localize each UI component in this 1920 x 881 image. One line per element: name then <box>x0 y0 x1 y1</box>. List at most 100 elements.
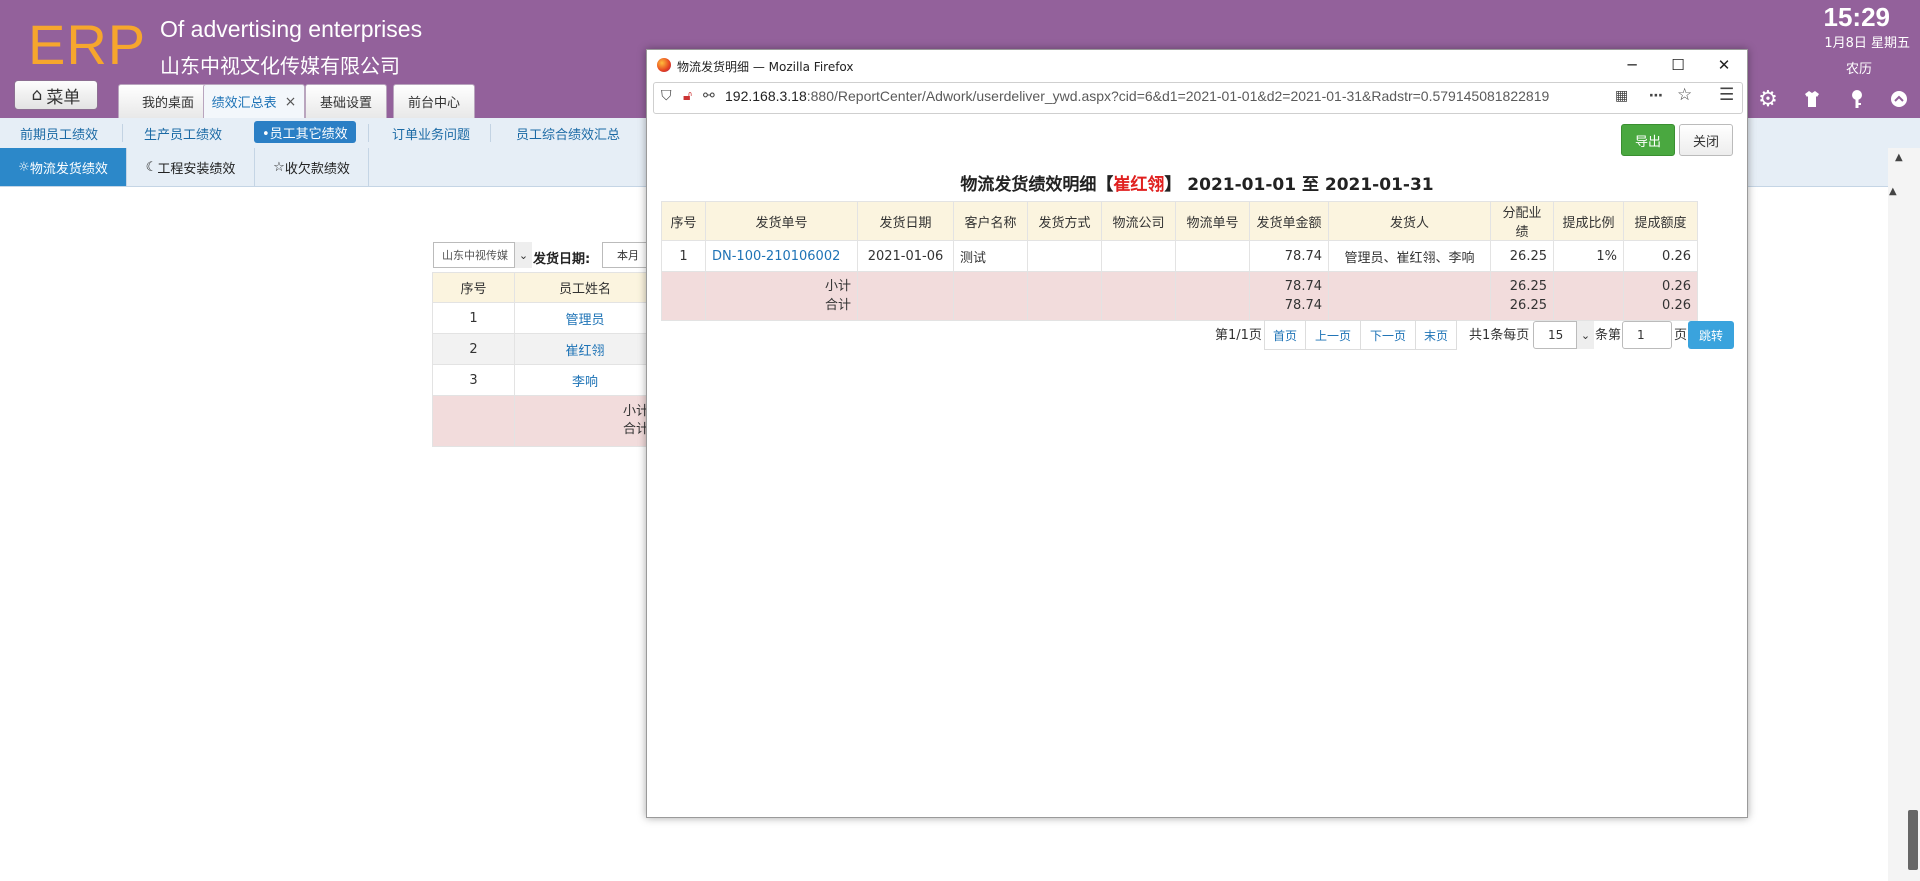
shield-icon[interactable]: ⛉ <box>661 88 672 104</box>
key-icon[interactable] <box>1844 86 1870 112</box>
delivery-detail-window: 物流发货明细 — Mozilla Firefox ─ ☐ ✕ ⛉ 🔓︎ ⚯ 19… <box>646 49 1748 818</box>
staff-link[interactable]: 崔红翎 <box>565 344 604 359</box>
subnav-order-issues[interactable]: 订单业务问题 <box>392 118 470 148</box>
commission-rate: 1% <box>1553 240 1624 272</box>
col-header: 发货单号 <box>705 201 858 241</box>
ship-date: 2021-01-06 <box>857 240 954 272</box>
tab-basic-settings[interactable]: 基础设置 <box>305 84 387 118</box>
total-commission: 0.26 <box>1662 298 1691 313</box>
moon-icon: ☾ <box>145 159 158 175</box>
scroll-up-icon[interactable]: ▲ <box>1895 152 1903 163</box>
divider <box>490 124 491 142</box>
col-header: 物流单号 <box>1175 201 1250 241</box>
tab-receivables[interactable]: ☆ 收欠款绩效 <box>255 148 369 186</box>
bookmark-star-icon[interactable]: ☆ <box>1677 85 1692 105</box>
tab-performance-summary[interactable]: 绩效汇总表 × <box>203 84 305 118</box>
collapse-up-icon[interactable] <box>1886 86 1912 112</box>
col-header: 分配业绩 <box>1490 201 1554 241</box>
subtotal-allocated: 26.25 <box>1509 279 1547 294</box>
row-no: 3 <box>432 364 515 396</box>
tab-logistics-delivery[interactable]: ☼ 物流发货绩效 <box>0 148 127 186</box>
gear-icon[interactable]: ⚙ <box>1755 86 1781 112</box>
customer: 测试 <box>953 240 1028 272</box>
logistics-company <box>1101 240 1176 272</box>
tab-front-center[interactable]: 前台中心 <box>393 84 475 118</box>
next-page-button[interactable]: 下一页 <box>1360 320 1416 350</box>
permissions-icon[interactable]: ⚯ <box>703 88 715 104</box>
record-count: 共1条每页 <box>1469 328 1530 343</box>
subnav-staff-summary[interactable]: 员工综合绩效汇总 <box>516 118 620 148</box>
prev-page-button[interactable]: 上一页 <box>1305 320 1361 350</box>
star-icon: ☆ <box>273 159 285 175</box>
row-no: 2 <box>432 333 515 365</box>
tab-engineering-install[interactable]: ☾ 工程安装绩效 <box>127 148 255 186</box>
hamburger-menu-icon[interactable]: ☰ <box>1719 85 1734 105</box>
more-actions-icon[interactable]: ⋯ <box>1649 88 1663 104</box>
jump-button[interactable]: 跳转 <box>1688 321 1734 349</box>
shipper: 管理员、崔红翎、李响 <box>1328 240 1491 272</box>
page-info: 第1/1页 <box>1215 328 1262 343</box>
col-header: 发货日期 <box>857 201 954 241</box>
order-amount: 78.74 <box>1249 240 1329 272</box>
sun-icon: ☼ <box>18 159 30 175</box>
maximize-icon[interactable]: ☐ <box>1655 50 1701 80</box>
insecure-lock-icon[interactable]: 🔓︎ <box>683 88 692 104</box>
total-row: 小计 合计 <box>432 395 656 447</box>
col-header: 发货单金额 <box>1249 201 1329 241</box>
qr-code-icon[interactable]: ▦ <box>1615 88 1628 104</box>
last-page-button[interactable]: 末页 <box>1415 320 1457 350</box>
subtotal-label: 小计 <box>824 279 851 294</box>
page-scrollbar[interactable] <box>1888 148 1920 881</box>
home-icon: ⌂ <box>31 85 43 105</box>
scroll-grip[interactable] <box>1908 810 1918 870</box>
subnav-early-staff[interactable]: 前期员工绩效 <box>20 118 98 148</box>
minimize-icon[interactable]: ─ <box>1609 50 1655 80</box>
page-number-input[interactable]: 1 <box>1622 321 1672 349</box>
tab-label: 收欠款绩效 <box>284 161 350 177</box>
col-header: 提成额度 <box>1623 201 1698 241</box>
url-text[interactable]: 192.168.3.18:880/ReportCenter/Adwork/use… <box>725 88 1549 104</box>
window-title: 物流发货明细 — Mozilla Firefox <box>677 60 854 74</box>
row-no: 1 <box>661 240 706 272</box>
staff-link[interactable]: 管理员 <box>565 313 604 328</box>
tab-label: 物流发货绩效 <box>29 161 108 177</box>
order-link[interactable]: DN-100-210106002 <box>712 249 840 264</box>
company-subtitle-en: Of advertising enterprises <box>160 16 423 42</box>
tab-label: 基础设置 <box>319 96 372 111</box>
shirt-icon[interactable] <box>1799 86 1825 112</box>
staff-link[interactable]: 李响 <box>572 375 598 390</box>
col-header: 员工姓名 <box>514 272 656 303</box>
table-header-row: 序号 发货单号 发货日期 客户名称 发货方式 物流公司 物流单号 发货单金额 发… <box>661 201 1698 241</box>
menu-button[interactable]: ⌂ 菜单 <box>14 80 98 110</box>
firefox-logo-icon <box>657 58 671 72</box>
col-header: 物流公司 <box>1101 201 1176 241</box>
col-header: 发货方式 <box>1027 201 1102 241</box>
ship-date-select[interactable]: 本月 <box>602 242 652 268</box>
close-button[interactable]: 关闭 <box>1679 124 1733 156</box>
first-page-button[interactable]: 首页 <box>1264 320 1306 350</box>
tab-label: 工程安装绩效 <box>157 161 236 177</box>
scroll-up-icon[interactable]: ▲ <box>1889 186 1897 197</box>
export-button[interactable]: 导出 <box>1621 124 1675 156</box>
close-icon[interactable]: × <box>285 94 297 110</box>
chevron-down-icon[interactable]: ⌄ <box>514 242 532 268</box>
report-title-suffix: 】 2021-01-01 至 2021-01-31 <box>1164 175 1434 195</box>
close-window-icon[interactable]: ✕ <box>1701 50 1747 80</box>
col-header: 发货人 <box>1328 201 1491 241</box>
row-no: 1 <box>432 302 515 334</box>
table-row: 3 李响 <box>432 364 656 396</box>
col-header: 提成比例 <box>1553 201 1624 241</box>
tab-label: 我的桌面 <box>141 96 194 111</box>
lunar-date: 农历 <box>1845 62 1872 77</box>
staff-summary-table: 序号 员工姓名 1 管理员 2 崔红翎 3 李响 小计 合计 <box>432 272 656 447</box>
total-allocated: 26.25 <box>1509 298 1547 313</box>
ship-method <box>1027 240 1102 272</box>
subnav-production-staff[interactable]: 生产员工绩效 <box>144 118 222 148</box>
chevron-down-icon[interactable]: ⌄ <box>1576 321 1594 349</box>
col-header: 客户名称 <box>953 201 1028 241</box>
tracking-no <box>1175 240 1250 272</box>
url-host: 192.168.3.18 <box>725 88 807 104</box>
table-row: 1 DN-100-210106002 2021-01-06 测试 78.74 管… <box>661 240 1698 272</box>
total-row: 小计 合计 78.74 78.74 26.25 26.25 0.26 0.26 <box>661 271 1698 321</box>
subnav-other-staff[interactable]: •员工其它绩效 <box>254 121 356 143</box>
